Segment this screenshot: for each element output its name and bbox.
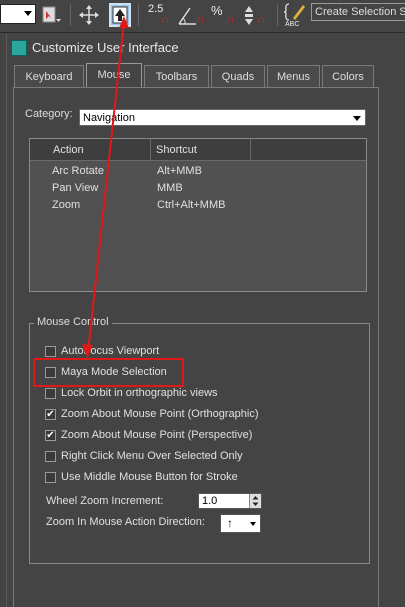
annotation-arrow	[82, 16, 129, 358]
